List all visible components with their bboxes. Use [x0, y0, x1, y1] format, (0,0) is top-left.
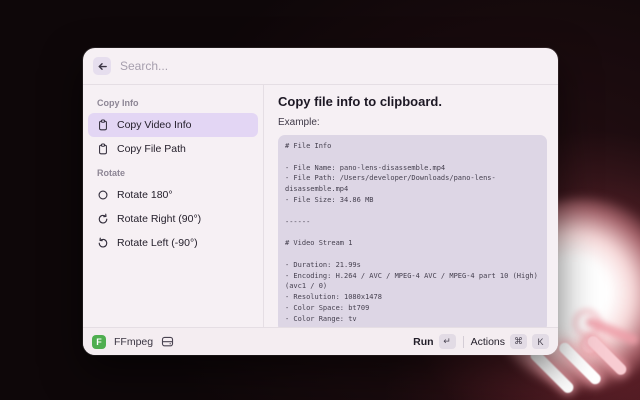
sidebar-item-label: Rotate Left (-90°) [117, 237, 198, 249]
rotate-right-icon [96, 213, 109, 226]
sidebar: Copy Info Copy Video Info Copy File Path… [83, 85, 263, 327]
sidebar-item-rotate-right[interactable]: Rotate Right (90°) [88, 207, 258, 231]
rotate-180-icon [96, 189, 109, 202]
sidebar-item-label: Rotate Right (90°) [117, 213, 201, 225]
footer-actions: Run ↵ Actions ⌘ K [413, 334, 549, 349]
detail-panel: Copy file info to clipboard. Example: # … [264, 85, 558, 327]
example-label: Example: [278, 117, 547, 128]
section-header-copy-info: Copy Info [88, 91, 258, 113]
rotate-left-icon [96, 237, 109, 250]
run-label: Run [413, 336, 433, 348]
k-key-badge: K [532, 334, 549, 349]
clipboard-icon [96, 119, 109, 132]
actions-menu-button[interactable]: Actions ⌘ K [471, 334, 549, 349]
footer-app-info: F FFmpeg [92, 335, 174, 349]
ffmpeg-app-icon: F [92, 335, 106, 349]
sidebar-item-copy-file-path[interactable]: Copy File Path [88, 137, 258, 161]
example-code-block: # File Info - File Name: pano-lens-disas… [278, 135, 547, 327]
clipboard-icon [96, 143, 109, 156]
sidebar-item-copy-video-info[interactable]: Copy Video Info [88, 113, 258, 137]
sidebar-item-rotate-left[interactable]: Rotate Left (-90°) [88, 231, 258, 255]
footer-bar: F FFmpeg Run ↵ Actions ⌘ K [83, 327, 558, 355]
section-header-rotate: Rotate [88, 161, 258, 183]
sidebar-item-rotate-180[interactable]: Rotate 180° [88, 183, 258, 207]
sidebar-item-label: Rotate 180° [117, 189, 173, 201]
enter-key-badge: ↵ [439, 334, 456, 349]
detail-title: Copy file info to clipboard. [278, 93, 547, 110]
actions-label: Actions [471, 336, 505, 348]
drive-icon [161, 335, 174, 348]
search-input[interactable] [120, 59, 548, 73]
command-key-badge: ⌘ [510, 334, 527, 349]
launcher-window: Copy Info Copy Video Info Copy File Path… [83, 48, 558, 355]
back-button[interactable] [93, 57, 111, 75]
sidebar-item-label: Copy File Path [117, 143, 186, 155]
arrow-left-icon [96, 60, 109, 73]
footer-divider [463, 336, 464, 348]
app-name: FFmpeg [114, 336, 153, 348]
run-button[interactable]: Run ↵ [413, 334, 455, 349]
sidebar-item-label: Copy Video Info [117, 119, 192, 131]
search-bar [83, 48, 558, 84]
